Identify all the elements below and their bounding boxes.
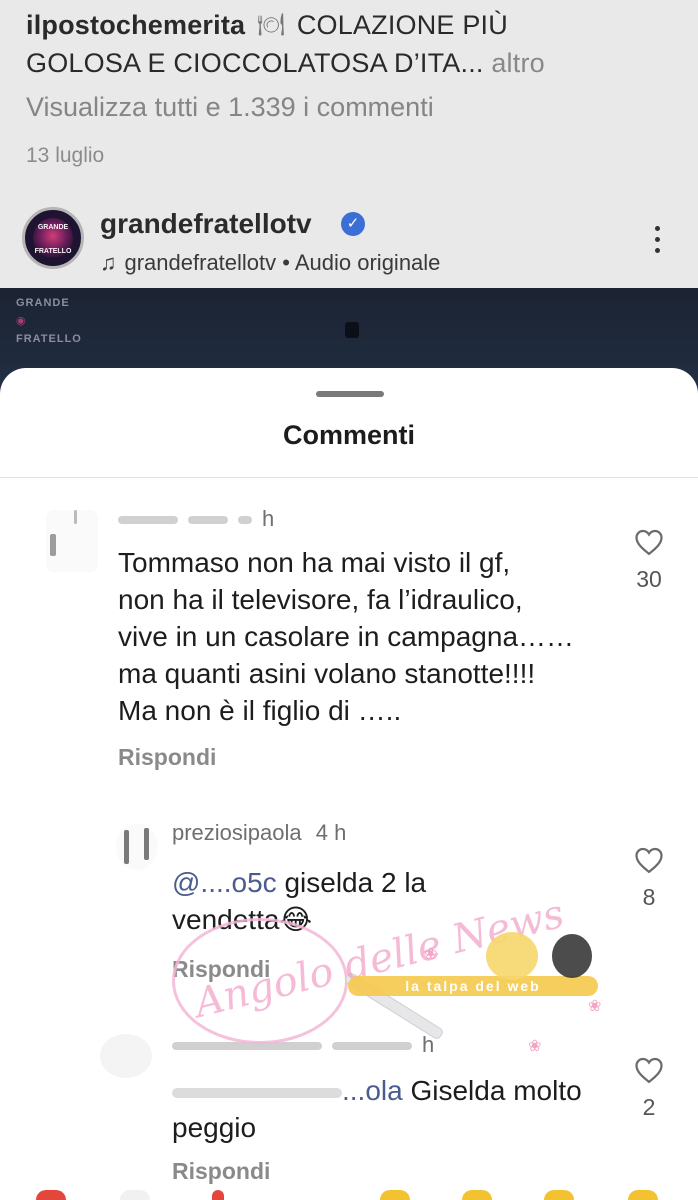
comment-line: vendetta😂 xyxy=(172,904,313,935)
more-options-icon[interactable] xyxy=(650,226,664,260)
comment-line: Giselda molto xyxy=(402,1075,582,1106)
video-logo-top: GRANDE xyxy=(16,297,70,309)
comment-line: Ma non è il figlio di ….. xyxy=(118,695,402,726)
comment-text: ...ola Giselda molto peggio xyxy=(172,1072,582,1146)
comment-item: h Tommaso non ha mai visto il gf, non ha… xyxy=(0,498,698,778)
audio-text: grandefratellotv • Audio originale xyxy=(124,250,441,275)
post-caption: ilpostochemerita 🍽 COLAZIONE PIÙ GOLOSA … xyxy=(26,6,676,82)
like-count: 8 xyxy=(642,884,656,910)
comment-meta: preziosipaola 4 h xyxy=(172,820,346,846)
emoji-icon[interactable] xyxy=(36,1190,66,1200)
avatar[interactable] xyxy=(116,824,158,870)
comment-line: peggio xyxy=(172,1112,257,1143)
comment-line: vive in un casolare in campagna…… xyxy=(118,621,575,652)
video-figure xyxy=(345,322,359,338)
plate-emoji-icon: 🍽 xyxy=(256,12,286,37)
emoji-icon[interactable] xyxy=(628,1190,658,1200)
avatar[interactable] xyxy=(46,510,98,572)
like-button[interactable]: 8 xyxy=(634,846,664,911)
caption-text-line2: GOLOSA E CIOCCOLATOSA D’ITA... xyxy=(26,48,484,78)
heart-icon xyxy=(635,1057,663,1084)
like-button[interactable]: 2 xyxy=(634,1056,664,1121)
emoji-icon[interactable] xyxy=(120,1190,150,1200)
comment-line: ma quanti asini volano stanotte!!!! xyxy=(118,658,536,689)
reply-button[interactable]: Rispondi xyxy=(172,1158,270,1185)
background-feed: ilpostochemerita 🍽 COLAZIONE PIÙ GOLOSA … xyxy=(0,0,698,400)
comment-meta: h xyxy=(118,506,274,532)
video-logo: GRANDE ◉ FRATELLO xyxy=(16,297,82,345)
account-username[interactable]: grandefratellotv xyxy=(100,208,312,240)
divider xyxy=(0,477,698,478)
comment-time: 4 h xyxy=(315,820,347,845)
heart-icon xyxy=(635,529,663,556)
mention-link[interactable]: @....o5c xyxy=(172,867,277,898)
comment-meta: h xyxy=(172,1032,434,1058)
mention-link[interactable]: ...ola xyxy=(342,1075,403,1106)
heart-icon xyxy=(635,847,663,874)
audio-attribution[interactable]: ♫ grandefratellotv • Audio originale xyxy=(100,250,440,276)
comment-line: Tommaso non ha mai visto il gf, xyxy=(118,547,511,578)
post-date: 13 luglio xyxy=(26,144,105,167)
emoji-icon[interactable] xyxy=(544,1190,574,1200)
caption-more-link[interactable]: altro xyxy=(491,48,545,78)
emoji-icon[interactable] xyxy=(462,1190,492,1200)
comment-text: @....o5c giselda 2 la vendetta😂 xyxy=(172,864,426,938)
drag-handle[interactable] xyxy=(316,391,384,397)
reply-comment-item: h ...ola Giselda molto peggio Rispondi 2 xyxy=(0,1028,698,1200)
like-count: 30 xyxy=(636,566,662,592)
reply-button[interactable]: Rispondi xyxy=(172,956,270,983)
comment-username[interactable]: preziosipaola xyxy=(172,820,302,845)
emoji-icon[interactable] xyxy=(212,1190,224,1200)
comment-line: non ha il televisore, fa l’idraulico, xyxy=(118,584,523,615)
verified-badge-icon: ✓ xyxy=(341,212,365,236)
like-button[interactable]: 30 xyxy=(634,528,664,593)
comments-sheet: Commenti h Tommaso non ha mai visto il g… xyxy=(0,368,698,1200)
like-count: 2 xyxy=(642,1094,656,1120)
caption-text-line1: COLAZIONE PIÙ xyxy=(296,10,508,40)
view-all-comments-link[interactable]: Visualizza tutti e 1.339 i commenti xyxy=(26,92,434,123)
music-note-icon: ♫ xyxy=(100,250,117,275)
comment-line: giselda 2 la xyxy=(276,867,427,898)
caption-username[interactable]: ilpostochemerita xyxy=(26,10,245,40)
video-logo-bottom: FRATELLO xyxy=(16,333,82,345)
comment-text: Tommaso non ha mai visto il gf, non ha i… xyxy=(118,544,574,729)
account-avatar[interactable]: GRANDE FRATELLO xyxy=(22,207,84,269)
reply-comment-item: preziosipaola 4 h @....o5c giselda 2 la … xyxy=(0,818,698,1008)
comment-time: h xyxy=(422,1032,435,1057)
comment-time: h xyxy=(262,506,275,531)
avatar-logo-top: GRANDE xyxy=(37,224,69,231)
avatar[interactable] xyxy=(100,1034,152,1078)
emoji-reaction-bar xyxy=(0,1190,698,1200)
avatar-logo-bottom: FRATELLO xyxy=(34,248,72,255)
reply-button[interactable]: Rispondi xyxy=(118,744,216,771)
sheet-title: Commenti xyxy=(282,420,415,450)
emoji-icon[interactable] xyxy=(380,1190,410,1200)
